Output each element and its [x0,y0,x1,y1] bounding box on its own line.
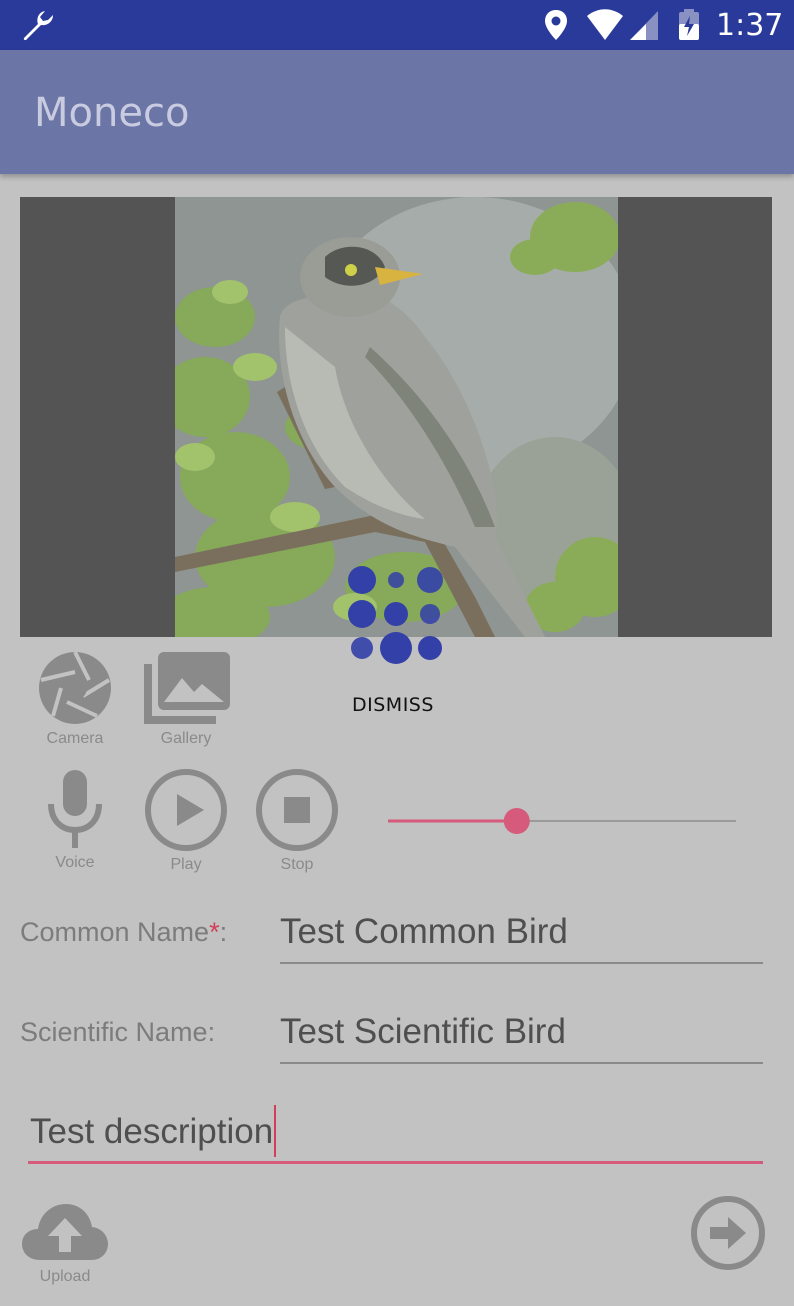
gallery-button[interactable]: Gallery [140,650,232,748]
app-bar: Moneco [0,50,794,174]
play-button[interactable]: Play [144,768,228,874]
play-label: Play [170,856,202,873]
common-name-label: Common Name*: [20,917,228,947]
scientific-name-label: Scientific Name: [20,1017,216,1047]
loading-spinner-icon [348,566,443,664]
required-marker: * [209,917,220,947]
play-icon [145,769,227,851]
stop-icon [256,769,338,851]
cloud-upload-icon [22,1204,108,1260]
stop-label: Stop [280,856,314,873]
gallery-label: Gallery [160,730,212,747]
text-cursor [274,1105,276,1157]
description-field[interactable]: Test description [30,1112,273,1152]
clock-time: 1:37 [716,8,784,43]
dismiss-button[interactable]: DISMISS [352,694,434,716]
scientific-name-field[interactable]: Test Scientific Bird [280,1012,566,1052]
upload-label: Upload [39,1268,91,1285]
audio-seek-slider[interactable] [388,805,736,837]
description-underline [28,1161,763,1164]
scientific-name-underline [280,1062,763,1064]
slider-thumb[interactable] [503,808,530,834]
location-icon [545,10,567,40]
status-bar: 1:37 [0,0,794,50]
wifi-icon [587,9,623,40]
camera-button[interactable]: Camera [34,650,116,748]
common-name-underline [280,962,763,964]
voice-button[interactable]: Voice [40,768,110,872]
upload-button[interactable]: Upload [20,1200,110,1286]
cell-signal-icon [630,11,658,40]
stop-button[interactable]: Stop [255,768,339,874]
voice-label: Voice [55,854,95,871]
battery-charging-icon [679,9,699,40]
gallery-icon [144,652,230,724]
camera-label: Camera [46,730,104,747]
next-arrow-button[interactable] [690,1195,766,1271]
common-name-field[interactable]: Test Common Bird [280,912,568,952]
camera-shutter-icon [39,651,111,724]
wrench-icon [23,11,53,41]
app-title: Moneco [34,90,190,136]
microphone-icon [48,770,102,848]
